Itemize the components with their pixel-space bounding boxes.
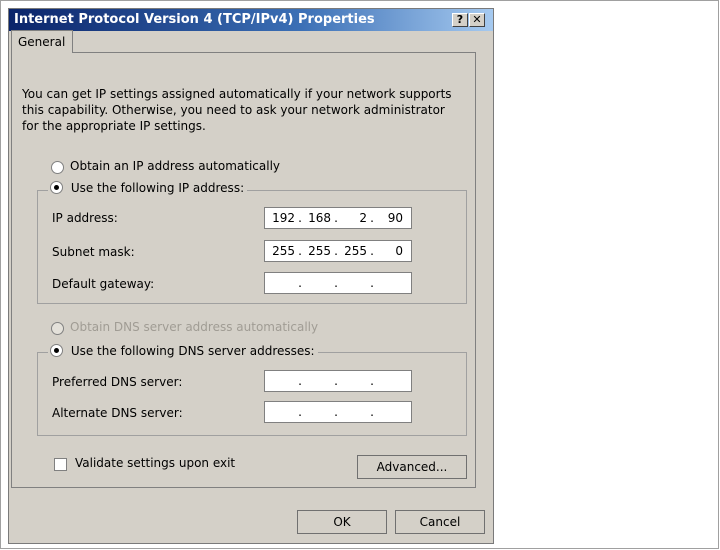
alternate-dns-input[interactable]: . . . (264, 401, 412, 423)
subnet-octet-3: 255 (344, 244, 367, 258)
ip-octet-2: 168 (308, 211, 331, 225)
ip-dot: . (370, 374, 374, 388)
ip-octet-1: 192 (272, 211, 295, 225)
subnet-mask-input[interactable]: 255 . 255 . 255 . 0 (264, 240, 412, 262)
intro-text: You can get IP settings assigned automat… (22, 87, 452, 133)
help-button[interactable]: ? (452, 13, 468, 27)
cancel-button[interactable]: Cancel (395, 510, 485, 534)
ip-dot: . (334, 276, 338, 290)
subnet-octet-1: 255 (272, 244, 295, 258)
ip-dot: . (298, 405, 302, 419)
subnet-mask-label: Subnet mask: (52, 245, 135, 259)
subnet-octet-2: 255 (308, 244, 331, 258)
ip-octet-4: 90 (387, 211, 403, 225)
advanced-button[interactable]: Advanced... (357, 455, 467, 479)
close-icon: ✕ (472, 13, 482, 26)
obtain-ip-auto-label[interactable]: Obtain an IP address automatically (70, 159, 280, 173)
dns-server-group (37, 352, 467, 436)
ip-dot: . (370, 276, 374, 290)
alternate-dns-label: Alternate DNS server: (52, 406, 183, 420)
use-following-ip-label[interactable]: Use the following IP address: (71, 181, 244, 195)
ip-dot: . (334, 374, 338, 388)
default-gateway-label: Default gateway: (52, 277, 155, 291)
use-following-ip-radio[interactable] (50, 181, 63, 194)
ip-address-input[interactable]: 192 . 168 . 2 . 90 (264, 207, 412, 229)
use-following-dns-label[interactable]: Use the following DNS server addresses: (71, 344, 315, 358)
subnet-octet-4: 0 (395, 244, 403, 258)
ip-dot: . (298, 276, 302, 290)
validate-settings-label[interactable]: Validate settings upon exit (75, 456, 235, 470)
ip-dot: . (370, 405, 374, 419)
preferred-dns-input[interactable]: . . . (264, 370, 412, 392)
ip-address-label: IP address: (52, 211, 118, 225)
validate-settings-checkbox[interactable] (54, 458, 67, 471)
obtain-dns-auto-label: Obtain DNS server address automatically (70, 320, 319, 334)
close-button[interactable]: ✕ (469, 13, 485, 27)
ok-button[interactable]: OK (297, 510, 387, 534)
tab-general[interactable]: General (11, 30, 73, 53)
ip-dot: . (298, 374, 302, 388)
ip-octet-3: 2 (359, 211, 367, 225)
obtain-ip-auto-radio[interactable] (51, 161, 64, 174)
tab-general-label: General (18, 35, 66, 49)
use-following-dns-legend: Use the following DNS server addresses: (48, 344, 318, 360)
use-following-ip-legend: Use the following IP address: (48, 181, 248, 197)
help-icon: ? (456, 13, 464, 26)
default-gateway-input[interactable]: . . . (264, 272, 412, 294)
ip-dot: . (334, 405, 338, 419)
obtain-dns-auto-radio[interactable] (51, 322, 64, 335)
dialog-title: Internet Protocol Version 4 (TCP/IPv4) P… (14, 12, 375, 27)
preferred-dns-label: Preferred DNS server: (52, 375, 183, 389)
title-bar[interactable]: Internet Protocol Version 4 (TCP/IPv4) P… (9, 9, 493, 31)
use-following-dns-radio[interactable] (50, 344, 63, 357)
